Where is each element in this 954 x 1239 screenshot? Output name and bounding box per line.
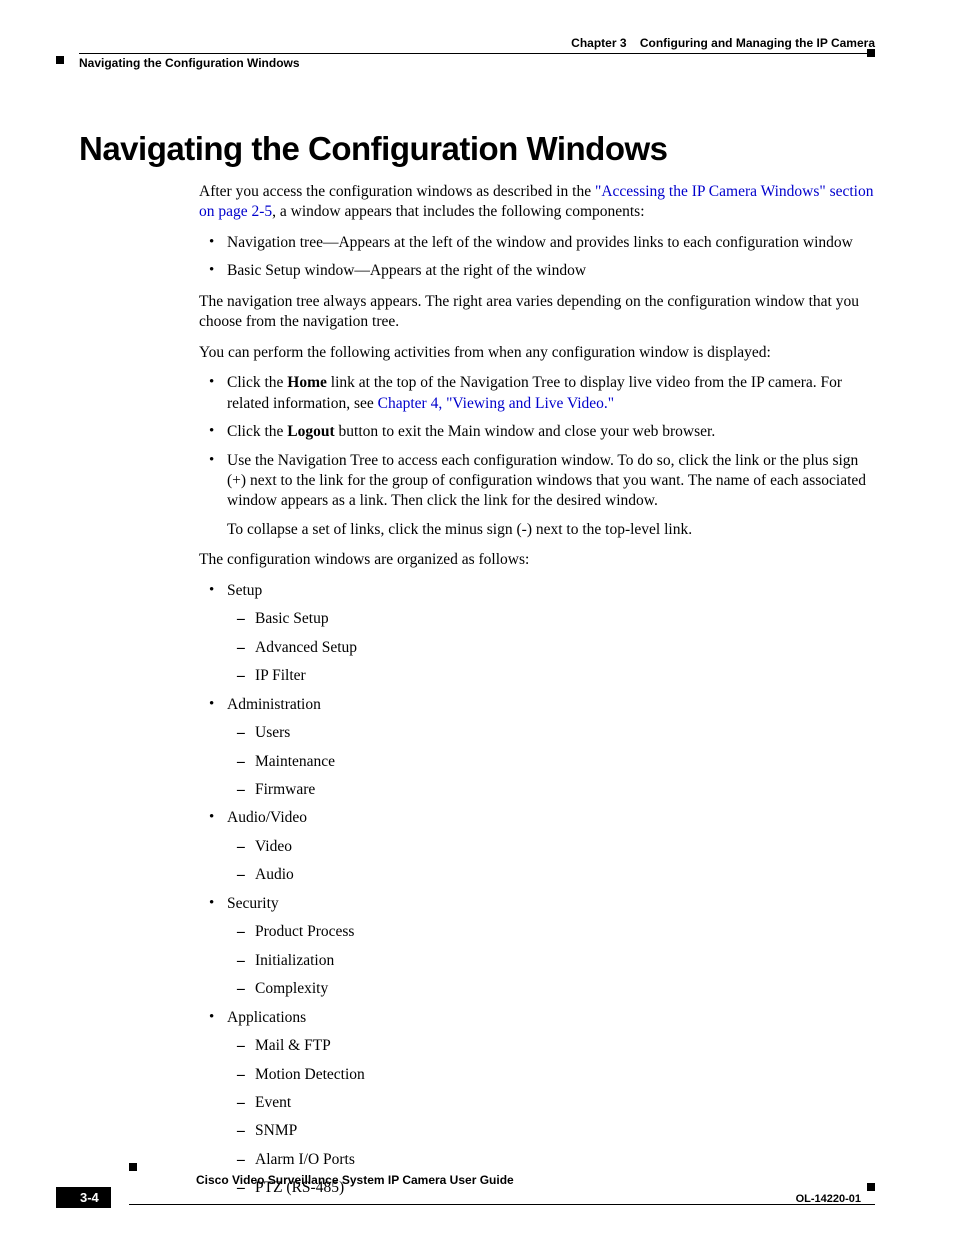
tree-top-item: Applications Mail & FTP Motion Detection Ev… <box>199 1008 875 1199</box>
tree-sub-item: Mail & FTP <box>227 1036 875 1056</box>
running-header-left: Navigating the Configuration Windows <box>79 56 300 70</box>
paragraph: The navigation tree always appears. The … <box>199 292 875 333</box>
list-item-text: Basic Setup window—Appears at the right … <box>227 262 586 279</box>
tree-sub-item: Firmware <box>227 780 875 800</box>
footer-book-title: Cisco Video Surveillance System IP Camer… <box>196 1173 514 1187</box>
tree-sub-list: Users Maintenance Firmware <box>227 723 875 800</box>
tree-top-item: Setup Basic Setup Advanced Setup IP Filter <box>199 581 875 687</box>
section-heading: Navigating the Configuration Windows <box>79 130 875 168</box>
tree-sub-list: Video Audio <box>227 837 875 886</box>
logout-bold: Logout <box>287 423 334 440</box>
paragraph: The configuration windows are organized … <box>199 550 875 570</box>
tree-sub-item: Event <box>227 1093 875 1113</box>
link-chapter-4[interactable]: Chapter 4, "Viewing and Live Video." <box>378 395 615 412</box>
tree-sub-list: Basic Setup Advanced Setup IP Filter <box>227 609 875 686</box>
list-item: Click the Logout button to exit the Main… <box>199 422 875 442</box>
list-item: Click the Home link at the top of the Na… <box>199 373 875 414</box>
chapter-title: Configuring and Managing the IP Camera <box>640 36 875 50</box>
tree-sub-item: Video <box>227 837 875 857</box>
header-left-tick-icon <box>56 56 64 64</box>
list-item: Basic Setup window—Appears at the right … <box>199 261 875 281</box>
intro-paragraph: After you access the configuration windo… <box>199 182 875 223</box>
components-list: Navigation tree—Appears at the left of t… <box>199 233 875 282</box>
page-number: 3-4 <box>56 1187 111 1208</box>
text: Use the Navigation Tree to access each c… <box>227 452 866 510</box>
list-item-text: Navigation tree—Appears at the left of t… <box>227 234 853 251</box>
footer-doc-number: OL-14220-01 <box>796 1193 861 1205</box>
tree-top-label: Setup <box>227 582 262 599</box>
text: Click the <box>227 374 287 391</box>
tree-sub-item: Motion Detection <box>227 1065 875 1085</box>
tree-top-label: Administration <box>227 696 321 713</box>
paragraph: You can perform the following activities… <box>199 343 875 363</box>
chapter-label: Chapter 3 <box>571 36 626 50</box>
tree-sub-item: Advanced Setup <box>227 638 875 658</box>
tree-top-item: Security Product Process Initialization Com… <box>199 894 875 1000</box>
footer-tick-right-icon <box>867 1183 875 1191</box>
tree-sub-item: Initialization <box>227 951 875 971</box>
text: Click the <box>227 423 287 440</box>
tree-sub-item: Alarm I/O Ports <box>227 1150 875 1170</box>
tree-top-label: Applications <box>227 1009 306 1026</box>
intro-text-a: After you access the configuration windo… <box>199 183 595 200</box>
document-page: Chapter 3 Configuring and Managing the I… <box>0 0 954 1239</box>
configuration-tree: Setup Basic Setup Advanced Setup IP Filter A… <box>199 581 875 1199</box>
list-item: Use the Navigation Tree to access each c… <box>199 451 875 541</box>
footer-rule <box>129 1204 875 1205</box>
tree-sub-item: SNMP <box>227 1121 875 1141</box>
tree-sub-item: Product Process <box>227 922 875 942</box>
footer-tick-left-icon <box>129 1163 137 1171</box>
page-footer: Cisco Video Surveillance System IP Camer… <box>56 1204 875 1205</box>
list-item-sub-paragraph: To collapse a set of links, click the mi… <box>227 520 875 540</box>
tree-sub-item: Basic Setup <box>227 609 875 629</box>
tree-top-item: Administration Users Maintenance Firmware <box>199 695 875 801</box>
body-content: After you access the configuration windo… <box>199 182 875 1199</box>
header-rule <box>79 53 875 54</box>
tree-sub-item: IP Filter <box>227 666 875 686</box>
tree-sub-item: Users <box>227 723 875 743</box>
list-item: Navigation tree—Appears at the left of t… <box>199 233 875 253</box>
home-bold: Home <box>287 374 327 391</box>
tree-top-label: Security <box>227 895 279 912</box>
tree-top-label: Audio/Video <box>227 809 307 826</box>
tree-sub-item: Complexity <box>227 979 875 999</box>
intro-text-b: , a window appears that includes the fol… <box>272 203 644 220</box>
text: button to exit the Main window and close… <box>335 423 716 440</box>
tree-sub-item: Audio <box>227 865 875 885</box>
tree-sub-item: Maintenance <box>227 752 875 772</box>
running-header-right: Chapter 3 Configuring and Managing the I… <box>571 36 875 50</box>
tree-top-item: Audio/Video Video Audio <box>199 808 875 885</box>
activities-list: Click the Home link at the top of the Na… <box>199 373 875 540</box>
tree-sub-list: Product Process Initialization Complexity <box>227 922 875 999</box>
